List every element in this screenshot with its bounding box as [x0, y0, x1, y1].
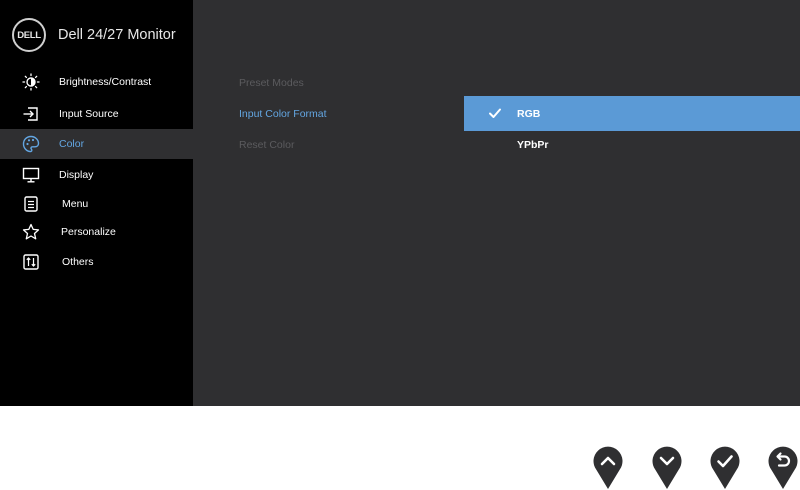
submenu-preset-modes: Preset Modes	[239, 77, 304, 89]
confirm-button[interactable]	[709, 444, 741, 490]
menu-item-color[interactable]: Color	[0, 129, 193, 159]
up-button[interactable]	[592, 444, 624, 490]
menu-item-label: Menu	[62, 198, 89, 210]
others-icon	[23, 254, 39, 270]
menu-item-label: Brightness/Contrast	[59, 76, 152, 88]
menu-item-label: Personalize	[61, 226, 116, 238]
monitor-title: Dell 24/27 Monitor	[58, 27, 176, 43]
brand: DELL Dell 24/27 Monitor	[12, 17, 176, 53]
back-button[interactable]	[767, 444, 799, 490]
menu-icon	[24, 196, 38, 212]
monitor-osd: DELL Dell 24/27 Monitor Brightness/Contr…	[0, 0, 800, 406]
menu-item-label: Color	[59, 138, 85, 150]
submenu-reset-color: Reset Color	[239, 139, 295, 151]
dell-logo: DELL	[12, 18, 46, 52]
menu-item-label: Others	[62, 256, 94, 268]
menu-item-personalize[interactable]: Personalize	[0, 217, 193, 247]
star-icon	[22, 223, 40, 240]
option-label: RGB	[517, 108, 541, 120]
menu-item-display[interactable]: Display	[0, 160, 193, 190]
option-rgb[interactable]: RGB	[464, 96, 800, 131]
input-source-icon	[23, 107, 38, 121]
color-palette-icon	[22, 135, 40, 153]
menu-item-input-source[interactable]: Input Source	[0, 99, 193, 129]
menu-item-brightness-contrast[interactable]: Brightness/Contrast	[0, 67, 193, 97]
osd-sidebar: DELL Dell 24/27 Monitor Brightness/Contr…	[0, 0, 193, 406]
option-ypbpr[interactable]: YPbPr	[464, 131, 800, 166]
display-icon	[22, 167, 40, 183]
menu-item-label: Input Source	[59, 108, 119, 120]
checkmark-icon	[489, 108, 501, 118]
brightness-icon	[22, 73, 40, 91]
submenu-input-color-format[interactable]: Input Color Format	[239, 108, 327, 120]
menu-item-menu[interactable]: Menu	[0, 189, 193, 219]
menu-item-label: Display	[59, 169, 94, 181]
option-label: YPbPr	[517, 139, 549, 151]
down-button[interactable]	[651, 444, 683, 490]
menu-item-others[interactable]: Others	[0, 247, 193, 277]
